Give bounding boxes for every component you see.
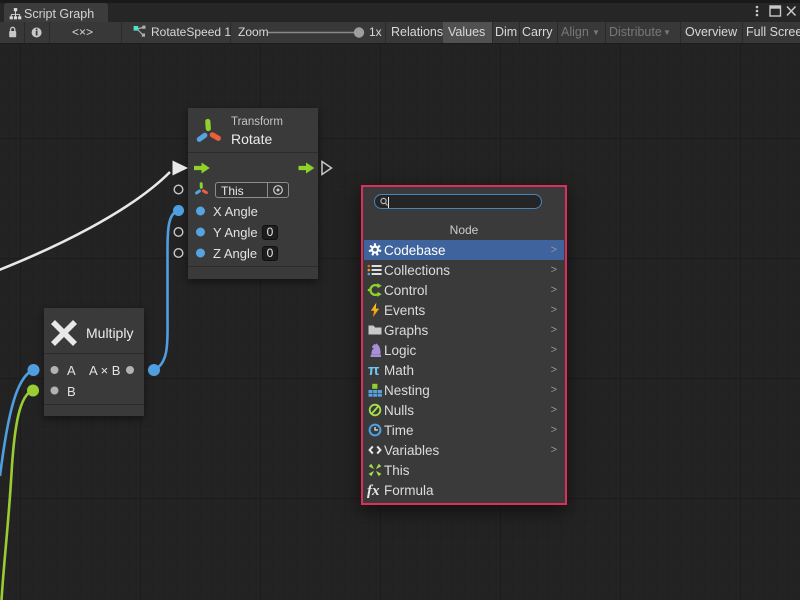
svg-text:π: π <box>368 362 380 378</box>
svg-text:fx: fx <box>367 483 380 498</box>
